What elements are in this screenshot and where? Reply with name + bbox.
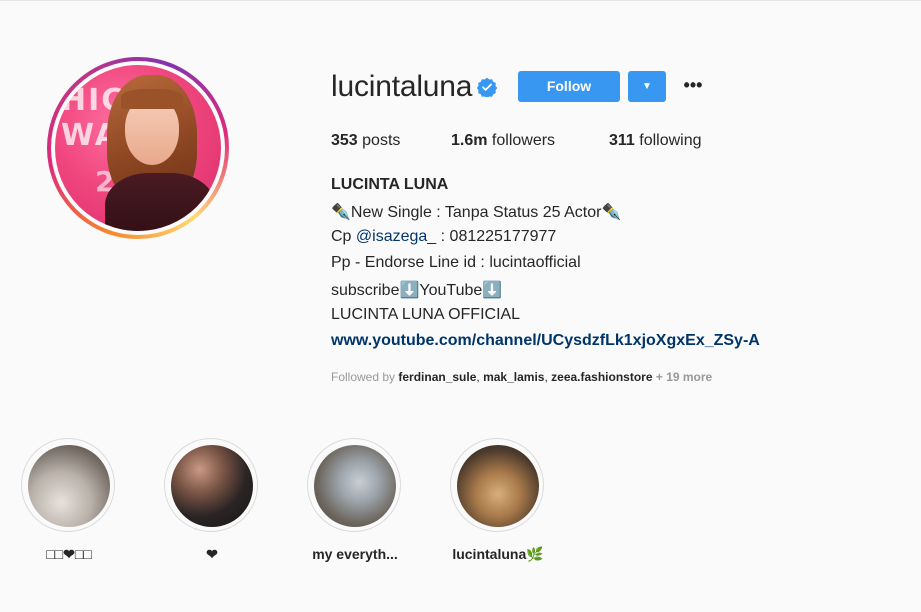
profile-username: lucintaluna bbox=[331, 70, 473, 103]
bio-line: ✒️New Single : Tanpa Status 25 Actor✒️ bbox=[331, 204, 622, 221]
highlight-cover bbox=[314, 445, 396, 527]
followed-by[interactable]: Followed by ferdinan_sule, mak_lamis, ze… bbox=[331, 370, 712, 384]
highlight-cover bbox=[457, 445, 539, 527]
stat-followers[interactable]: 1.6m followers bbox=[451, 132, 555, 150]
highlight-ring bbox=[164, 438, 258, 532]
bio-line: Pp - Endorse Line id : lucintaofficial bbox=[331, 254, 581, 271]
more-options-button[interactable]: ••• bbox=[681, 75, 705, 99]
following-label: following bbox=[639, 132, 702, 149]
bio-line: subscribe⬇️YouTube⬇️ bbox=[331, 282, 503, 299]
bio-line-contact: Cp @isazega_ : 081225177977 bbox=[331, 228, 556, 246]
bio-full-name: LUCINTA LUNA bbox=[331, 176, 449, 193]
highlight-cover bbox=[171, 445, 253, 527]
followed-by-user[interactable]: zeea.fashionstore bbox=[551, 370, 652, 384]
followed-by-prefix: Followed by bbox=[331, 370, 399, 384]
posts-label: posts bbox=[362, 132, 401, 149]
verified-badge-icon bbox=[477, 77, 497, 97]
follow-button[interactable]: Follow bbox=[518, 71, 620, 102]
top-divider bbox=[0, 0, 921, 1]
bio-text: : 081225177977 bbox=[436, 228, 557, 245]
followed-by-user[interactable]: mak_lamis bbox=[483, 370, 544, 384]
followers-label: followers bbox=[491, 132, 556, 149]
highlight-label: ❤ bbox=[206, 546, 218, 562]
caret-down-icon: ▼ bbox=[642, 81, 652, 92]
highlight-label: lucintaluna🌿 bbox=[452, 546, 544, 562]
bio-website-link[interactable]: www.youtube.com/channel/UCysdzfLk1xjoXgx… bbox=[331, 332, 760, 350]
highlight-label: □□❤□□ bbox=[46, 546, 92, 562]
posts-count: 353 bbox=[331, 132, 358, 149]
following-count: 311 bbox=[609, 132, 635, 149]
profile-avatar[interactable]: HICH WA 25 bbox=[47, 57, 229, 239]
followed-by-user[interactable]: ferdinan_sule bbox=[398, 370, 476, 384]
suggested-dropdown-button[interactable]: ▼ bbox=[628, 71, 666, 102]
highlight-cover bbox=[28, 445, 110, 527]
highlight-ring bbox=[21, 438, 115, 532]
stat-following[interactable]: 311 following bbox=[609, 132, 702, 150]
bio-line: LUCINTA LUNA OFFICIAL bbox=[331, 306, 521, 323]
bio-text: Cp bbox=[331, 228, 356, 245]
highlight-ring bbox=[307, 438, 401, 532]
followed-by-more[interactable]: + 19 more bbox=[653, 370, 712, 384]
stat-posts: 353 posts bbox=[331, 132, 400, 150]
ellipsis-icon: ••• bbox=[683, 75, 703, 95]
highlight-ring bbox=[450, 438, 544, 532]
avatar-photo: HICH WA 25 bbox=[55, 65, 221, 231]
highlight-label: my everyth... bbox=[312, 546, 398, 562]
bio-mention-link[interactable]: @isazega_ bbox=[356, 228, 436, 245]
followers-count: 1.6m bbox=[451, 132, 488, 149]
